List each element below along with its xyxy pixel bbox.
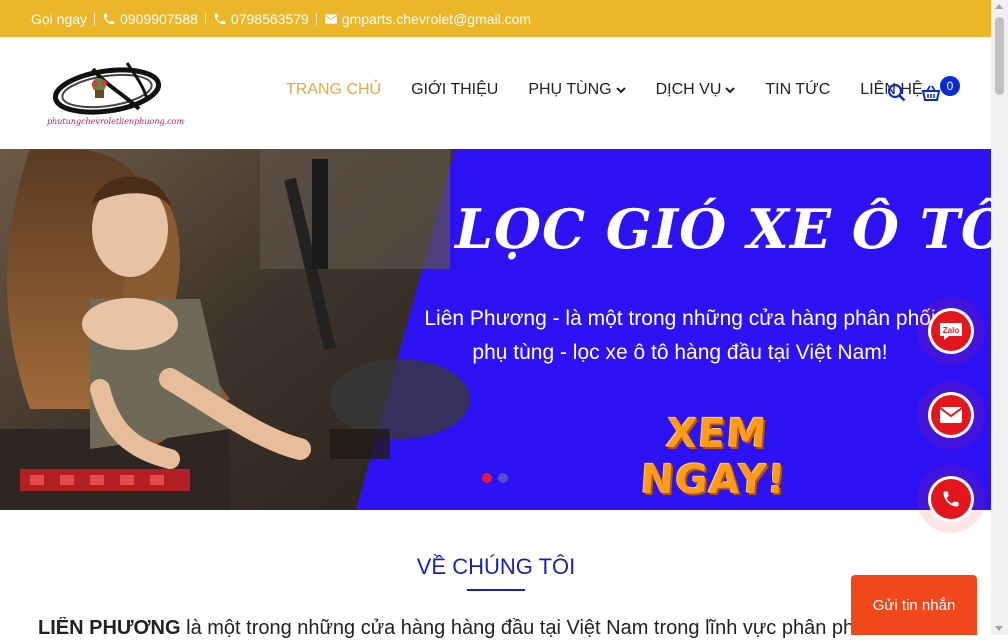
logo-url-text: phutungchevroletlienphuong.com bbox=[47, 117, 185, 126]
call-label: Gọi ngay bbox=[31, 10, 88, 27]
send-message-button[interactable]: Gửi tin nhắn bbox=[851, 575, 977, 635]
about-title-underline bbox=[467, 589, 525, 591]
envelope-icon bbox=[324, 13, 337, 24]
phone-link-1[interactable]: 0909907588 bbox=[102, 11, 198, 27]
phone-icon bbox=[103, 13, 115, 24]
search-icon[interactable] bbox=[887, 83, 907, 103]
scroll-up-arrow-icon[interactable] bbox=[995, 4, 1003, 9]
cart-count-badge: 0 bbox=[940, 76, 960, 96]
scrollbar-thumb[interactable] bbox=[995, 17, 1004, 95]
nav-item-label: TIN TỨC bbox=[765, 81, 831, 98]
zalo-icon: Zalo bbox=[931, 311, 971, 351]
nav-item-label: DỊCH VỤ bbox=[655, 81, 722, 98]
hero-slider[interactable]: LỌC GIÓ XE Ô TÔ Liên Phương - là một tro… bbox=[0, 149, 991, 510]
slider-dot-1[interactable] bbox=[482, 473, 492, 483]
chevron-down-icon bbox=[615, 87, 626, 94]
nav-item-news[interactable]: TIN TỨC bbox=[765, 81, 830, 99]
phone-icon bbox=[214, 13, 226, 24]
phone-number-1: 0909907588 bbox=[120, 10, 198, 27]
site-header: phutungchevroletlienphuong.com TRANG CHỦ… bbox=[0, 37, 991, 149]
slider-pagination bbox=[482, 473, 514, 483]
zalo-icon-label: Zalo bbox=[943, 326, 960, 335]
logo-ring-icon bbox=[52, 62, 162, 115]
phone-icon bbox=[931, 479, 971, 519]
chevron-down-icon bbox=[725, 87, 736, 94]
nav-item-label: PHỤ TÙNG bbox=[528, 81, 612, 98]
hero-description-line-1: Liên Phương - là một trong những cửa hàn… bbox=[424, 307, 936, 330]
email-address: gmparts.chevrolet@gmail.com bbox=[341, 10, 532, 27]
divider bbox=[315, 12, 317, 25]
envelope-icon bbox=[931, 395, 971, 435]
nav-item-label: GIỚI THIỆU bbox=[411, 81, 499, 98]
nav-item-services[interactable]: DỊCH VỤ bbox=[656, 81, 736, 99]
hero-cta-button[interactable]: XEM NGAY! bbox=[597, 411, 833, 503]
about-intro-body: là một trong những cửa hàng hàng đầu tại… bbox=[180, 617, 858, 639]
email-link[interactable]: gmparts.chevrolet@gmail.com bbox=[324, 11, 531, 27]
about-intro-text: LIÊN PHƯƠNG là một trong những cửa hàng … bbox=[38, 617, 858, 640]
scroll-down-arrow-icon[interactable] bbox=[995, 626, 1003, 631]
divider bbox=[204, 12, 206, 25]
hero-description: Liên Phương - là một trong những cửa hàn… bbox=[420, 302, 940, 370]
slider-dot-2[interactable] bbox=[498, 473, 508, 483]
call-contact-button[interactable] bbox=[917, 465, 985, 533]
phone-number-2: 0798563579 bbox=[230, 10, 309, 27]
vertical-scrollbar[interactable] bbox=[991, 0, 1008, 635]
divider bbox=[94, 12, 96, 25]
header-icons: 0 bbox=[885, 76, 965, 107]
shopping-basket-icon[interactable] bbox=[921, 84, 941, 102]
about-section-title: VỀ CHÚNG TÔI bbox=[416, 554, 576, 579]
site-logo[interactable]: phutungchevroletlienphuong.com bbox=[35, 55, 184, 133]
hero-title: LỌC GIÓ XE Ô TÔ bbox=[455, 197, 991, 261]
nav-item-about[interactable]: GIỚI THIỆU bbox=[411, 81, 498, 99]
nav-item-home[interactable]: TRANG CHỦ bbox=[286, 81, 381, 99]
hero-description-line-2: phụ tùng - lọc xe ô tô hàng đầu tại Việt… bbox=[472, 341, 888, 364]
email-contact-button[interactable] bbox=[917, 381, 985, 449]
about-brand-name: LIÊN PHƯƠNG bbox=[38, 617, 181, 639]
main-navigation: TRANG CHỦ GIỚI THIỆU PHỤ TÙNG DỊCH VỤ TI… bbox=[286, 81, 953, 99]
zalo-chat-button[interactable]: Zalo bbox=[917, 297, 985, 365]
top-contact-bar: Gọi ngay 0909907588 0798563579 gmparts.c… bbox=[0, 0, 991, 37]
phone-link-2[interactable]: 0798563579 bbox=[213, 11, 309, 27]
nav-item-parts[interactable]: PHỤ TÙNG bbox=[528, 81, 626, 99]
nav-item-label: TRANG CHỦ bbox=[286, 81, 382, 98]
